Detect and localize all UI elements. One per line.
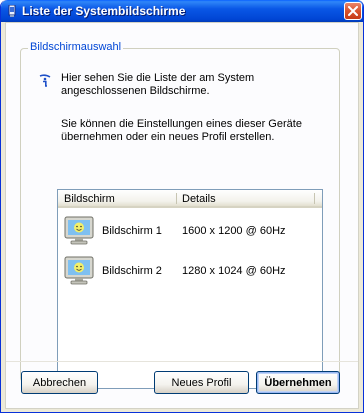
monitor-selection-group: Bildschirmauswahl Hier sehen Sie die Lis… <box>20 41 340 389</box>
column-separator[interactable] <box>176 193 177 204</box>
dialog-window: Liste der Systembildschirme Bildschirmau… <box>0 0 364 413</box>
monitor-list[interactable]: Bildschirm Details Bildschirm 1 1600 x 1… <box>57 189 323 389</box>
monitor-name: Bildschirm 1 <box>102 225 162 237</box>
monitor-name: Bildschirm 2 <box>102 265 162 277</box>
close-button[interactable] <box>344 2 362 20</box>
dialog-content: Bildschirmauswahl Hier sehen Sie die Lis… <box>5 22 359 409</box>
window-title: Liste der Systembildschirme <box>22 4 186 18</box>
divider <box>6 361 358 362</box>
display-icon <box>6 4 18 18</box>
cancel-button[interactable]: Abbrechen <box>21 371 98 394</box>
column-separator[interactable] <box>314 193 315 204</box>
close-icon <box>348 6 358 16</box>
monitor-icon <box>63 215 95 247</box>
group-label: Bildschirmauswahl <box>28 41 124 53</box>
new-profile-button[interactable]: Neues Profil <box>154 371 249 394</box>
info-text-profile-options: Sie können die Einstellungen eines diese… <box>61 118 302 143</box>
monitor-icon <box>63 255 95 287</box>
column-header-bildschirm[interactable]: Bildschirm <box>64 193 115 205</box>
info-icon <box>37 73 53 89</box>
list-item[interactable]: Bildschirm 1 1600 x 1200 @ 60Hz <box>58 215 322 247</box>
info-text-monitor-list: Hier sehen Sie die Liste der am System a… <box>61 72 255 97</box>
column-header-details[interactable]: Details <box>182 193 216 205</box>
apply-button[interactable]: Übernehmen <box>256 371 340 394</box>
title-bar[interactable]: Liste der Systembildschirme <box>1 0 363 22</box>
list-item[interactable]: Bildschirm 2 1280 x 1024 @ 60Hz <box>58 255 322 287</box>
list-header: Bildschirm Details <box>58 190 322 208</box>
monitor-details: 1280 x 1024 @ 60Hz <box>182 265 286 277</box>
monitor-details: 1600 x 1200 @ 60Hz <box>182 225 286 237</box>
